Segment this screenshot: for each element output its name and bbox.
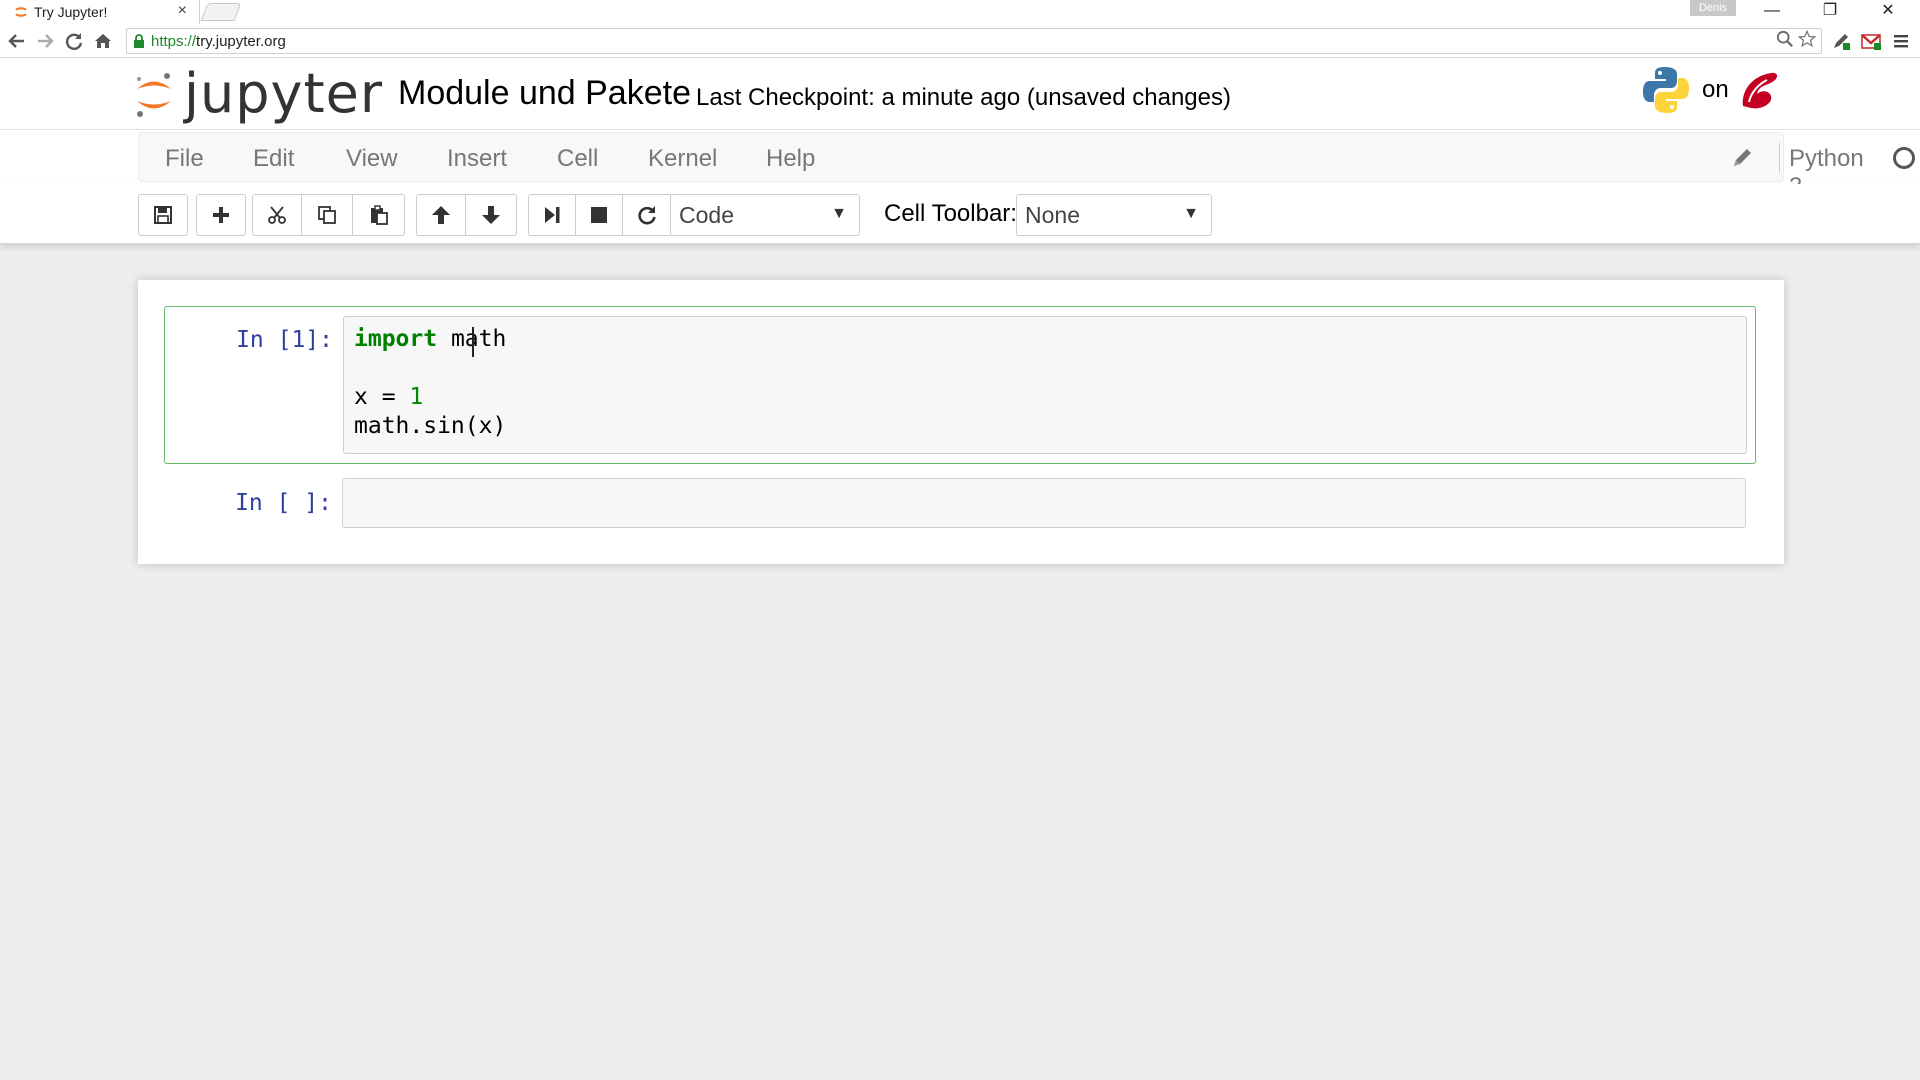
url-protocol: https://: [151, 32, 197, 50]
browser-tab-try-jupyter[interactable]: Try Jupyter! ×: [0, 0, 200, 24]
close-window-icon[interactable]: ✕: [1868, 0, 1908, 24]
restart-kernel-button[interactable]: [622, 194, 672, 236]
move-cell-down-button[interactable]: [465, 194, 517, 236]
cell-toolbar-label: Cell Toolbar:: [884, 200, 1017, 227]
arrow-down-icon: [482, 206, 500, 224]
kernel-divider: [1779, 143, 1780, 173]
input-prompt: In [1]:: [236, 327, 333, 353]
jupyter-logo[interactable]: jupyter: [134, 66, 383, 122]
save-icon: [154, 206, 172, 224]
code-line-3-pre: x =: [354, 384, 410, 410]
text-cursor-ibeam-icon: [472, 327, 474, 357]
url-input[interactable]: https://try.jupyter.org: [126, 28, 1822, 54]
forward-arrow-icon[interactable]: [34, 30, 56, 52]
new-tab-button[interactable]: [200, 3, 242, 21]
save-button[interactable]: [138, 194, 188, 236]
cut-cells-button[interactable]: [252, 194, 302, 236]
browser-tab-title: Try Jupyter!: [34, 4, 108, 20]
home-icon[interactable]: [92, 30, 114, 52]
menu-cell[interactable]: Cell: [557, 145, 598, 173]
menu-file[interactable]: File: [165, 145, 204, 173]
arrow-up-icon: [432, 206, 450, 224]
paste-cells-button[interactable]: [352, 194, 405, 236]
cell-toolbar-select[interactable]: None ▼: [1016, 194, 1212, 236]
python-logo-icon: [1643, 67, 1689, 113]
jupyter-header: jupyter Module und Pakete Last Checkpoin…: [0, 58, 1920, 130]
checkpoint-status: Last Checkpoint: a minute ago (unsaved c…: [696, 84, 1231, 111]
reload-icon[interactable]: [63, 30, 85, 52]
browser-address-bar: https://try.jupyter.org: [0, 24, 1920, 58]
stop-icon: [591, 207, 607, 223]
run-cell-button[interactable]: [528, 194, 576, 236]
menu-insert[interactable]: Insert: [447, 145, 507, 173]
chevron-down-icon: ▼: [831, 205, 847, 222]
menu-kernel[interactable]: Kernel: [648, 145, 717, 173]
copy-cells-button[interactable]: [301, 194, 353, 236]
notebook-container: In [1]: import math x = 1 math.sin(x) In…: [138, 280, 1784, 564]
cell-type-value: Code: [679, 201, 734, 228]
restore-window-icon[interactable]: ❐: [1810, 0, 1850, 24]
main-toolbar: Code ▼ Cell Toolbar: None ▼: [0, 184, 1920, 244]
notebook-title[interactable]: Module und Pakete: [398, 74, 691, 113]
scissors-icon: [268, 206, 286, 224]
jupyter-logo-text: jupyter: [184, 62, 384, 125]
url-host: try.jupyter.org: [196, 32, 286, 50]
code-line-4: math.sin(x): [354, 413, 507, 439]
code-text: import math x = 1 math.sin(x): [344, 317, 1746, 449]
kernel-logo-on-text: on: [1702, 76, 1729, 103]
menubar: File Edit View Insert Cell Kernel Help P…: [138, 132, 1915, 200]
extension-pen-icon[interactable]: [1830, 30, 1852, 52]
browser-tabstrip: Try Jupyter! × Denis — ❐ ✕: [0, 0, 1920, 24]
minimize-window-icon[interactable]: —: [1752, 0, 1792, 24]
menubar-container: File Edit View Insert Cell Kernel Help P…: [0, 130, 1920, 200]
input-prompt: In [ ]:: [235, 490, 332, 516]
code-cell-2[interactable]: In [ ]:: [164, 472, 1756, 536]
jupyter-favicon-icon: [15, 7, 27, 17]
step-forward-icon: [545, 207, 560, 223]
cell-toolbar-value: None: [1025, 201, 1080, 228]
kernel-logo: on: [1640, 64, 1781, 116]
code-cell-1[interactable]: In [1]: import math x = 1 math.sin(x): [164, 306, 1756, 464]
code-keyword: import: [354, 326, 438, 352]
code-number: 1: [409, 384, 424, 410]
jupyter-orbit-logo-icon: [137, 73, 171, 117]
refresh-icon: [638, 206, 656, 225]
gmail-extension-icon[interactable]: [1860, 30, 1882, 52]
move-cell-up-button[interactable]: [416, 194, 466, 236]
zoom-icon[interactable]: [1776, 30, 1794, 53]
bookmark-star-icon[interactable]: [1797, 29, 1817, 53]
back-arrow-icon[interactable]: [6, 30, 28, 52]
menu-view[interactable]: View: [346, 145, 398, 173]
edit-mode-pencil-icon: [1734, 149, 1751, 166]
kernel-idle-indicator-icon: [1893, 147, 1915, 169]
close-tab-icon[interactable]: ×: [178, 2, 187, 20]
insert-cell-below-button[interactable]: [196, 194, 246, 236]
chevron-down-icon: ▼: [1183, 205, 1199, 222]
browser-menu-icon[interactable]: [1890, 30, 1912, 52]
code-editor[interactable]: import math x = 1 math.sin(x): [343, 316, 1747, 454]
interrupt-kernel-button[interactable]: [575, 194, 623, 236]
plus-icon: [213, 207, 229, 223]
profile-badge[interactable]: Denis: [1690, 0, 1736, 16]
paste-icon: [370, 205, 388, 225]
lock-icon: [134, 34, 144, 48]
code-editor[interactable]: [342, 478, 1746, 528]
rackspace-logo-icon: [1742, 72, 1777, 109]
copy-icon: [318, 206, 336, 224]
menu-help[interactable]: Help: [766, 145, 815, 173]
menu-edit[interactable]: Edit: [253, 145, 294, 173]
cell-type-select[interactable]: Code ▼: [670, 194, 860, 236]
